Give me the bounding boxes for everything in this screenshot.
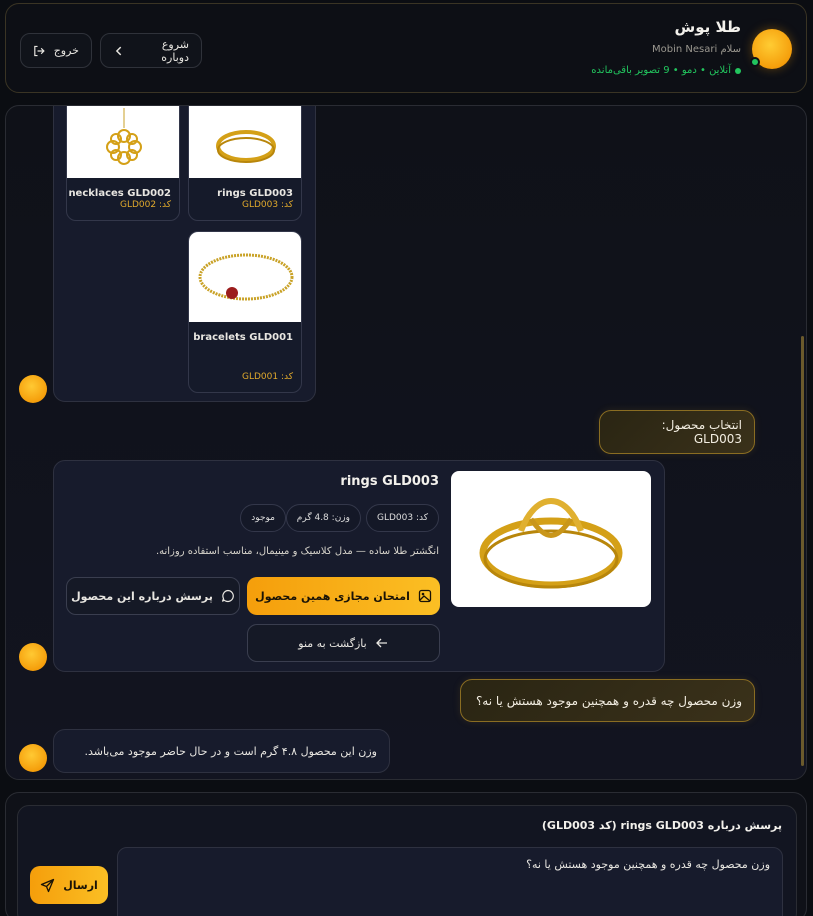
logout-button[interactable]: خروج <box>20 33 92 68</box>
product-name: rings GLD003 <box>217 188 293 199</box>
product-detail-image <box>451 471 651 607</box>
user-message-text: وزن محصول چه قدره و همچنین موجود هستش یا… <box>475 693 742 708</box>
code-chip: کد: GLD003 <box>365 504 439 532</box>
try-on-button[interactable]: امتحان مجازی همین محصول <box>247 577 440 615</box>
product-description: انگشتر طلا ساده — مدل کلاسیک و مینیمال، … <box>155 546 439 557</box>
product-card[interactable]: necklaces GLD002 کد: GLD002 <box>66 106 180 221</box>
app-header: طلا پوش سلام Mobin Nesari آنلاین • دمو •… <box>5 3 807 93</box>
logout-label: خروج <box>53 44 79 57</box>
product-detail-card: rings GLD003 کد: GLD003 وزن: 4.8 گرم موج… <box>53 460 665 672</box>
ask-product-button[interactable]: پرسش درباره این محصول <box>66 577 240 615</box>
image-icon <box>418 589 432 603</box>
product-image-ring <box>189 106 301 178</box>
brand-name: طلا پوش <box>674 18 741 36</box>
send-label: ارسال <box>63 878 98 892</box>
composer-title: پرسش درباره rings GLD003 (کد GLD003) <box>541 819 782 832</box>
product-grid-message: rings GLD003 کد: GLD003 necklaces GLD002… <box>53 106 316 402</box>
bot-message: وزن این محصول ۴.۸ گرم است و در حال حاضر … <box>53 729 390 773</box>
bot-avatar <box>19 643 47 671</box>
weight-chip: وزن: 4.8 گرم <box>285 504 361 532</box>
product-code: کد: GLD002 <box>119 200 171 210</box>
chat-scrollbar[interactable] <box>801 336 804 766</box>
question-input[interactable]: وزن محصول چه قدره و همچنین موجود هستش یا… <box>117 847 783 916</box>
user-message: وزن محصول چه قدره و همچنین موجود هستش یا… <box>460 679 755 722</box>
online-indicator <box>750 57 760 67</box>
product-detail-title: rings GLD003 <box>340 474 439 489</box>
product-card[interactable]: bracelets GLD001 کد: GLD001 <box>188 231 302 393</box>
status-text: آنلاین • دمو • 9 تصویر باقی‌مانده <box>591 65 731 76</box>
user-message: انتخاب محصول: GLD003 <box>599 410 755 454</box>
composer-panel: پرسش درباره rings GLD003 (کد GLD003) وزن… <box>5 792 807 916</box>
ask-product-label: پرسش درباره این محصول <box>71 589 213 603</box>
stock-chip: موجود <box>240 504 286 532</box>
product-name: bracelets GLD001 <box>193 332 293 343</box>
logout-icon <box>34 45 45 56</box>
send-icon <box>41 878 55 892</box>
bot-message-text: وزن این محصول ۴.۸ گرم است و در حال حاضر … <box>84 744 377 758</box>
product-name: necklaces GLD002 <box>68 188 171 199</box>
send-button[interactable]: ارسال <box>30 866 108 904</box>
chevron-left-icon <box>115 46 122 55</box>
restart-label: شروع دوباره <box>161 37 189 64</box>
arrow-left-icon <box>375 638 387 648</box>
chat-area[interactable]: rings GLD003 کد: GLD003 necklaces GLD002… <box>5 105 807 780</box>
product-image-bracelet <box>189 232 301 322</box>
bot-avatar <box>19 375 47 403</box>
product-card[interactable]: rings GLD003 کد: GLD003 <box>188 106 302 221</box>
brand-logo <box>750 29 792 69</box>
user-greeting: سلام Mobin Nesari <box>652 44 741 55</box>
back-to-menu-button[interactable]: بازگشت به منو <box>247 624 440 662</box>
restart-button[interactable]: شروع دوباره <box>100 33 202 68</box>
user-message-text: انتخاب محصول: GLD003 <box>661 418 742 446</box>
product-code: کد: GLD001 <box>241 372 293 382</box>
try-on-label: امتحان مجازی همین محصول <box>255 589 410 603</box>
product-code: کد: GLD003 <box>241 200 293 210</box>
product-image-necklace <box>67 106 179 178</box>
status-line: آنلاین • دمو • 9 تصویر باقی‌مانده <box>591 65 741 76</box>
status-dot <box>735 67 741 74</box>
chat-bubble-icon <box>221 589 234 603</box>
back-to-menu-label: بازگشت به منو <box>298 636 367 650</box>
bot-avatar <box>19 744 47 772</box>
